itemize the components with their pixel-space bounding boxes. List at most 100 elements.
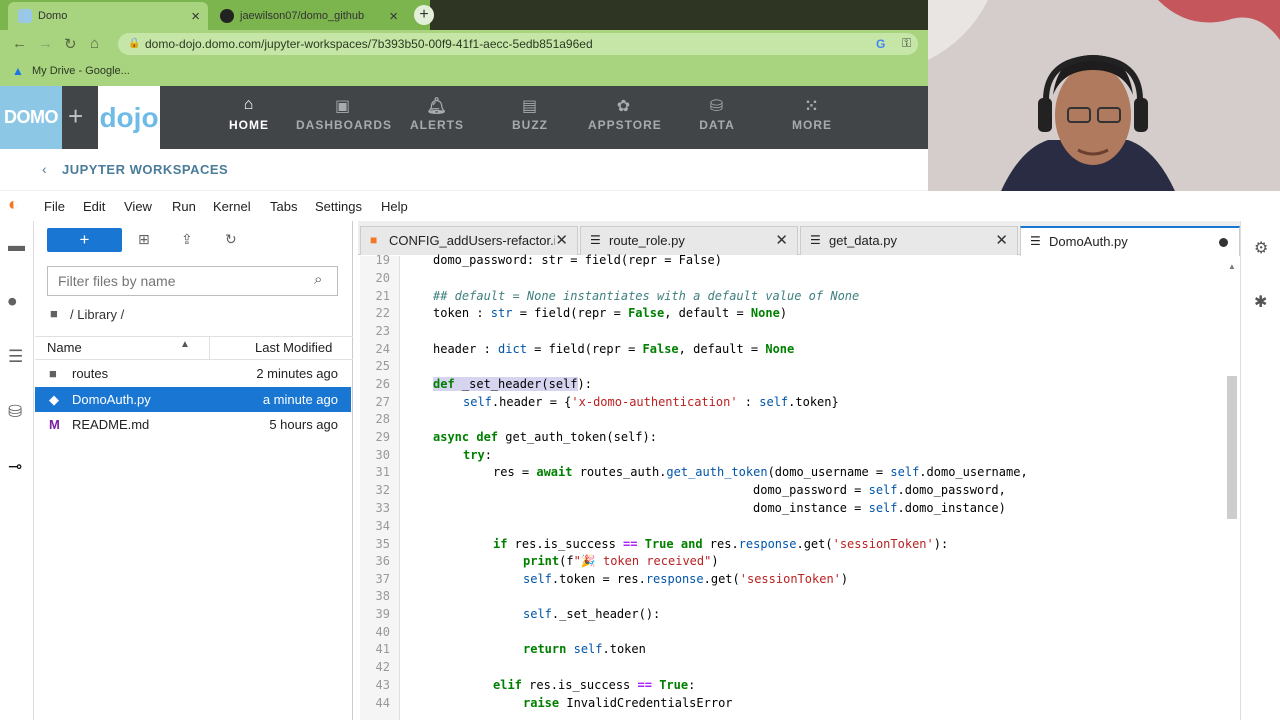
- nav-appstore[interactable]: ✿ APPSTORE: [588, 96, 661, 132]
- column-modified-header[interactable]: Last Modified: [255, 340, 332, 355]
- back-arrow-icon[interactable]: ←: [12, 35, 27, 52]
- upload-icon[interactable]: ⇪: [181, 231, 193, 248]
- url-text[interactable]: domo-dojo.domo.com/jupyter-workspaces/7b…: [145, 37, 593, 51]
- nav-dashboards[interactable]: ▣ DASHBOARDS: [296, 96, 391, 132]
- code-line[interactable]: token : str = field(repr = False, defaul…: [433, 306, 787, 320]
- breadcrumb[interactable]: / Library /: [70, 307, 124, 322]
- menu-tabs[interactable]: Tabs: [270, 199, 297, 214]
- nav-more[interactable]: ⁙ MORE: [790, 96, 834, 132]
- code-line[interactable]: self.header = {'x-domo-authentication' :…: [463, 395, 839, 409]
- close-icon[interactable]: ✕: [555, 231, 568, 249]
- jupyter-workspaces-link[interactable]: JUPYTER WORKSPACES: [62, 162, 228, 177]
- code-token: async def: [433, 430, 499, 444]
- bookmark-my-drive[interactable]: My Drive - Google...: [32, 65, 130, 77]
- filter-files-field[interactable]: [48, 267, 337, 295]
- code-line[interactable]: domo_instance = self.domo_instance): [753, 501, 1006, 515]
- code-line[interactable]: return self.token: [523, 642, 646, 656]
- code-token: .get(: [703, 572, 740, 586]
- tab-route-role[interactable]: ☰ route_role.py ✕: [580, 226, 798, 255]
- domo-logo[interactable]: DOMO: [0, 86, 62, 149]
- sort-ascending-icon[interactable]: ▲: [180, 339, 190, 350]
- editor-scrollbar-thumb[interactable]: [1227, 376, 1237, 519]
- menu-settings[interactable]: Settings: [315, 199, 362, 214]
- code-line[interactable]: header : dict = field(repr = False, defa…: [433, 342, 794, 356]
- file-row-domoauth[interactable]: ◆ DomoAuth.py a minute ago: [35, 387, 351, 412]
- scroll-up-arrow-icon[interactable]: ▲: [1228, 262, 1236, 271]
- new-folder-icon[interactable]: ⊞: [138, 231, 150, 248]
- new-tab-button[interactable]: +: [414, 5, 434, 25]
- running-sessions-icon[interactable]: ⏺: [8, 292, 17, 312]
- code-line[interactable]: raise InvalidCredentialsError: [523, 696, 733, 710]
- code-line[interactable]: if res.is_success == True and res.respon…: [493, 537, 948, 551]
- file-row-readme[interactable]: M README.md 5 hours ago: [35, 412, 351, 437]
- code-token: try: [463, 448, 485, 462]
- dojo-logo[interactable]: dojo: [98, 86, 160, 149]
- code-line[interactable]: domo_password: str = field(repr = False): [433, 253, 722, 267]
- grid-icon: ⁙: [804, 98, 820, 115]
- menu-file[interactable]: File: [44, 199, 65, 214]
- menu-view[interactable]: View: [124, 199, 152, 214]
- code-token: = field(repr =: [526, 342, 643, 356]
- nav-data[interactable]: ⛁ DATA: [697, 96, 737, 132]
- close-icon[interactable]: ✕: [995, 231, 1008, 249]
- chevron-left-icon[interactable]: ‹: [42, 161, 47, 177]
- key-icon[interactable]: ⊸: [8, 457, 22, 477]
- code-line[interactable]: print(f"🎉 token received"): [523, 554, 719, 568]
- filter-files-input[interactable]: [47, 266, 338, 296]
- code-line[interactable]: ## default = None instantiates with a de…: [433, 289, 859, 303]
- tab-get-data[interactable]: ☰ get_data.py ✕: [800, 226, 1018, 255]
- nav-alerts[interactable]: 🔔︎ ALERTS: [410, 96, 464, 132]
- line-number: 21: [375, 289, 390, 303]
- column-divider: [209, 337, 210, 359]
- menu-kernel[interactable]: Kernel: [213, 199, 251, 214]
- code-line[interactable]: def _set_header(self):: [433, 377, 592, 391]
- code-token: self: [463, 395, 492, 409]
- code-line[interactable]: async def get_auth_token(self):: [433, 430, 657, 444]
- code-token: get_auth_token: [666, 465, 768, 479]
- tab-domoauth[interactable]: ☰ DomoAuth.py: [1020, 226, 1240, 256]
- menu-help[interactable]: Help: [381, 199, 408, 214]
- browser-tab-github[interactable]: jaewilson07/domo_github ×: [210, 2, 406, 30]
- code-token: , default =: [664, 306, 751, 320]
- line-number: 44: [375, 696, 390, 710]
- code-line[interactable]: elif res.is_success == True:: [493, 678, 695, 692]
- tab-config-notebook[interactable]: ■ CONFIG_addUsers-refactor.i ✕: [360, 226, 578, 255]
- nav-buzz[interactable]: ▤ BUZZ: [510, 96, 550, 132]
- browser-tab-domo[interactable]: Domo ×: [8, 2, 208, 30]
- code-token: domo_instance =: [753, 501, 869, 515]
- code-token: self: [573, 642, 603, 656]
- nav-home[interactable]: ⌂ HOME: [224, 96, 274, 132]
- new-launcher-button[interactable]: +: [47, 228, 122, 252]
- menu-edit[interactable]: Edit: [83, 199, 105, 214]
- nav-label: BUZZ: [512, 118, 548, 132]
- code-token: .token = res.: [551, 572, 646, 586]
- close-icon[interactable]: ×: [389, 8, 398, 25]
- code-line[interactable]: self.token = res.response.get('sessionTo…: [523, 572, 848, 586]
- forward-arrow-icon[interactable]: →: [38, 35, 53, 52]
- code-line[interactable]: self._set_header():: [523, 607, 660, 621]
- key-icon[interactable]: ⚿: [902, 36, 911, 51]
- code-line[interactable]: res = await routes_auth.get_auth_token(d…: [493, 465, 1028, 479]
- column-name-header[interactable]: Name: [47, 340, 82, 355]
- file-name: routes: [72, 366, 109, 381]
- refresh-icon[interactable]: ↻: [225, 231, 237, 248]
- line-number: 33: [375, 501, 390, 515]
- file-row-routes[interactable]: ■ routes 2 minutes ago: [35, 361, 351, 386]
- chat-icon: ▤: [521, 98, 539, 115]
- reload-icon[interactable]: ↻: [64, 35, 77, 53]
- property-inspector-icon[interactable]: ⚙: [1254, 238, 1268, 258]
- code-line[interactable]: domo_password = self.domo_password,: [753, 483, 1006, 497]
- code-line[interactable]: try:: [463, 448, 492, 462]
- browser-tab-strip-background: [430, 0, 928, 30]
- folder-icon[interactable]: ▬: [8, 236, 25, 256]
- home-icon[interactable]: ⌂: [90, 35, 99, 52]
- unsaved-indicator-icon[interactable]: [1219, 238, 1228, 247]
- close-icon[interactable]: ×: [191, 8, 200, 25]
- close-icon[interactable]: ✕: [775, 231, 788, 249]
- appstore-icon: ✿: [616, 98, 632, 115]
- debugger-icon[interactable]: ✱: [1254, 292, 1267, 312]
- command-palette-icon[interactable]: ☰: [8, 347, 23, 367]
- google-icon[interactable]: G: [876, 37, 885, 51]
- database-icon[interactable]: ⛁: [8, 402, 22, 422]
- menu-run[interactable]: Run: [172, 199, 196, 214]
